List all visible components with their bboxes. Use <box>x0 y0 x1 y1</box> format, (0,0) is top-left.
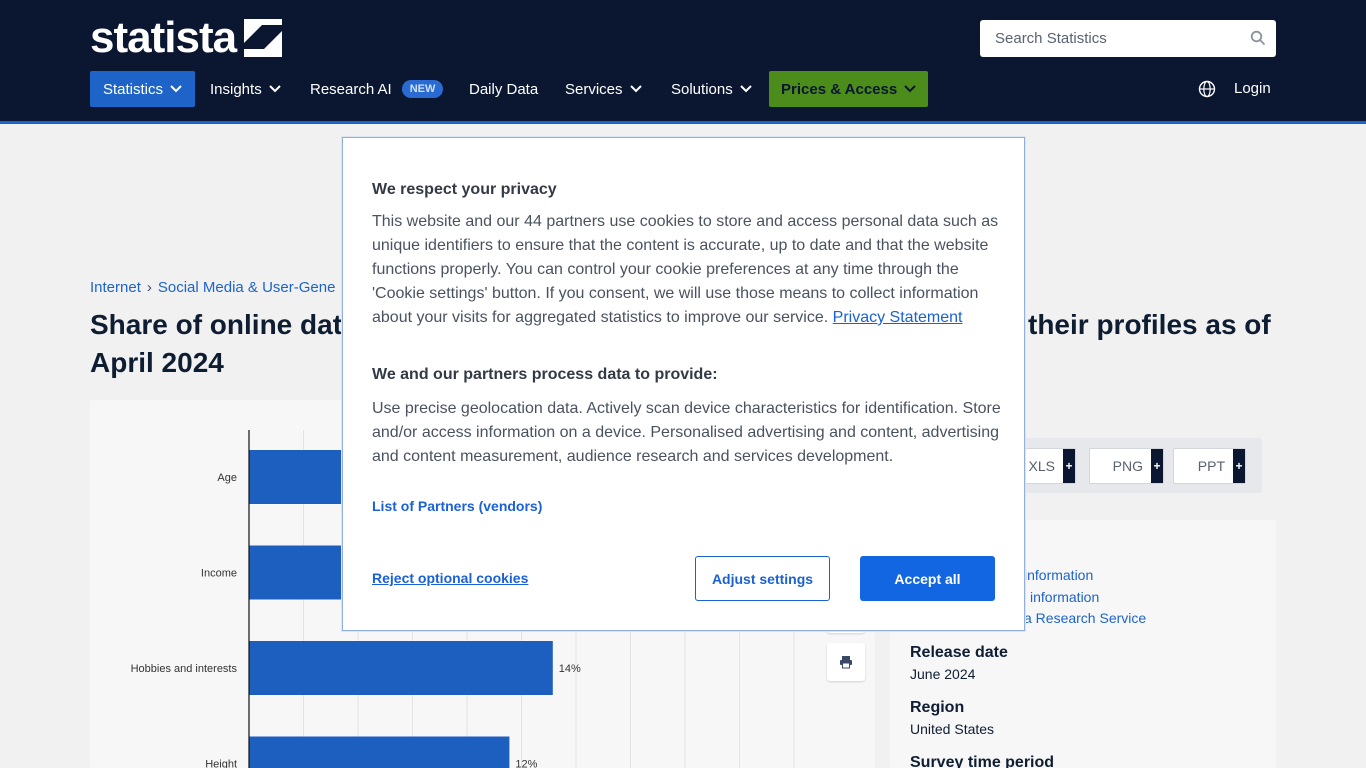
statista-logo[interactable]: statista <box>90 13 283 62</box>
consent-subtitle: We and our partners process data to prov… <box>372 366 718 383</box>
info-link[interactable]: a Research Service <box>1024 610 1146 626</box>
chart-bar <box>249 641 553 695</box>
nav-daily-data[interactable]: Daily Data <box>469 71 538 107</box>
download-xls-button[interactable]: XLS + <box>1018 448 1076 484</box>
search-box <box>980 20 1276 57</box>
nav-label: Prices & Access <box>781 80 898 98</box>
nav-research-ai[interactable]: Research AI NEW <box>310 71 444 107</box>
survey-period-label: Survey time period <box>910 754 1055 768</box>
chevron-down-icon <box>740 85 752 93</box>
chevron-down-icon <box>629 85 642 93</box>
info-link[interactable]: information <box>1030 589 1099 605</box>
logo-text: statista <box>90 13 237 62</box>
reject-cookies-link[interactable]: Reject optional cookies <box>372 570 528 586</box>
value-label: 14% <box>559 663 581 675</box>
category-label: Hobbies and interests <box>131 663 238 675</box>
chevron-down-icon <box>170 85 182 93</box>
plus-icon: + <box>1063 449 1075 483</box>
download-ppt-button[interactable]: PPT + <box>1173 448 1246 484</box>
breadcrumb-item-internet[interactable]: Internet <box>90 279 141 296</box>
download-png-button[interactable]: PNG + <box>1089 448 1164 484</box>
page-title-part: Share of online dati <box>90 309 350 340</box>
download-bar: XLS + PNG + PPT + <box>1010 438 1262 493</box>
nav-insights[interactable]: Insights <box>210 71 281 107</box>
release-date-value: June 2024 <box>910 666 976 682</box>
nav-label: Services <box>565 80 623 98</box>
consent-body: This website and our 44 partners use coo… <box>372 210 1002 330</box>
nav-label: Statistics <box>103 80 164 98</box>
logo-mark-icon <box>244 19 283 57</box>
chevron-down-icon <box>268 85 281 93</box>
download-label: PNG <box>1112 458 1143 474</box>
info-link[interactable]: information <box>1024 567 1093 583</box>
globe-icon[interactable] <box>1198 80 1216 98</box>
nav-label: Insights <box>210 80 262 98</box>
new-badge: NEW <box>401 80 444 98</box>
nav-prices-access[interactable]: Prices & Access <box>769 71 929 107</box>
release-date-label: Release date <box>910 644 1008 661</box>
nav-services[interactable]: Services <box>565 71 642 107</box>
category-label: Income <box>201 568 237 580</box>
nav-label: Solutions <box>671 80 733 98</box>
chart-bar <box>249 736 510 768</box>
region-label: Region <box>910 699 965 716</box>
category-label: Age <box>217 472 237 484</box>
cookie-consent-dialog: We respect your privacy This website and… <box>342 137 1025 631</box>
breadcrumb-item-social-media[interactable]: Social Media & User-Gene <box>158 279 336 296</box>
page-title-part: their profiles as of <box>1028 309 1271 340</box>
download-label: PPT <box>1197 458 1225 474</box>
breadcrumb-separator: › <box>146 279 152 296</box>
region-value: United States <box>910 721 995 737</box>
value-label: 12% <box>515 759 537 768</box>
nav-label: Research AI <box>310 80 392 98</box>
consent-title: We respect your privacy <box>372 181 557 198</box>
category-label: Height <box>205 759 237 768</box>
vendors-list-link[interactable]: List of Partners (vendors) <box>372 498 542 514</box>
page-title-part: April 2024 <box>90 347 224 378</box>
search-input[interactable] <box>980 20 1240 57</box>
privacy-statement-link[interactable]: Privacy Statement <box>833 309 963 326</box>
plus-icon: + <box>1151 449 1163 483</box>
nav-label: Daily Data <box>469 80 539 98</box>
adjust-settings-button[interactable]: Adjust settings <box>695 556 830 601</box>
chevron-down-icon <box>904 85 916 93</box>
consent-purposes: Use precise geolocation data. Actively s… <box>372 400 1001 465</box>
nav-solutions[interactable]: Solutions <box>671 71 752 107</box>
breadcrumb: Internet › Social Media & User-Gene <box>90 279 335 296</box>
header-divider <box>0 121 1366 124</box>
plus-icon: + <box>1233 449 1245 483</box>
search-icon[interactable] <box>1250 30 1266 46</box>
accept-all-button[interactable]: Accept all <box>860 556 995 601</box>
login-link[interactable]: Login <box>1234 80 1271 97</box>
nav-statistics[interactable]: Statistics <box>90 71 196 107</box>
print-icon <box>840 656 852 669</box>
site-header: statista Statistics Insights Research AI… <box>0 0 1366 122</box>
download-label: XLS <box>1028 458 1055 474</box>
print-button[interactable] <box>827 643 865 681</box>
